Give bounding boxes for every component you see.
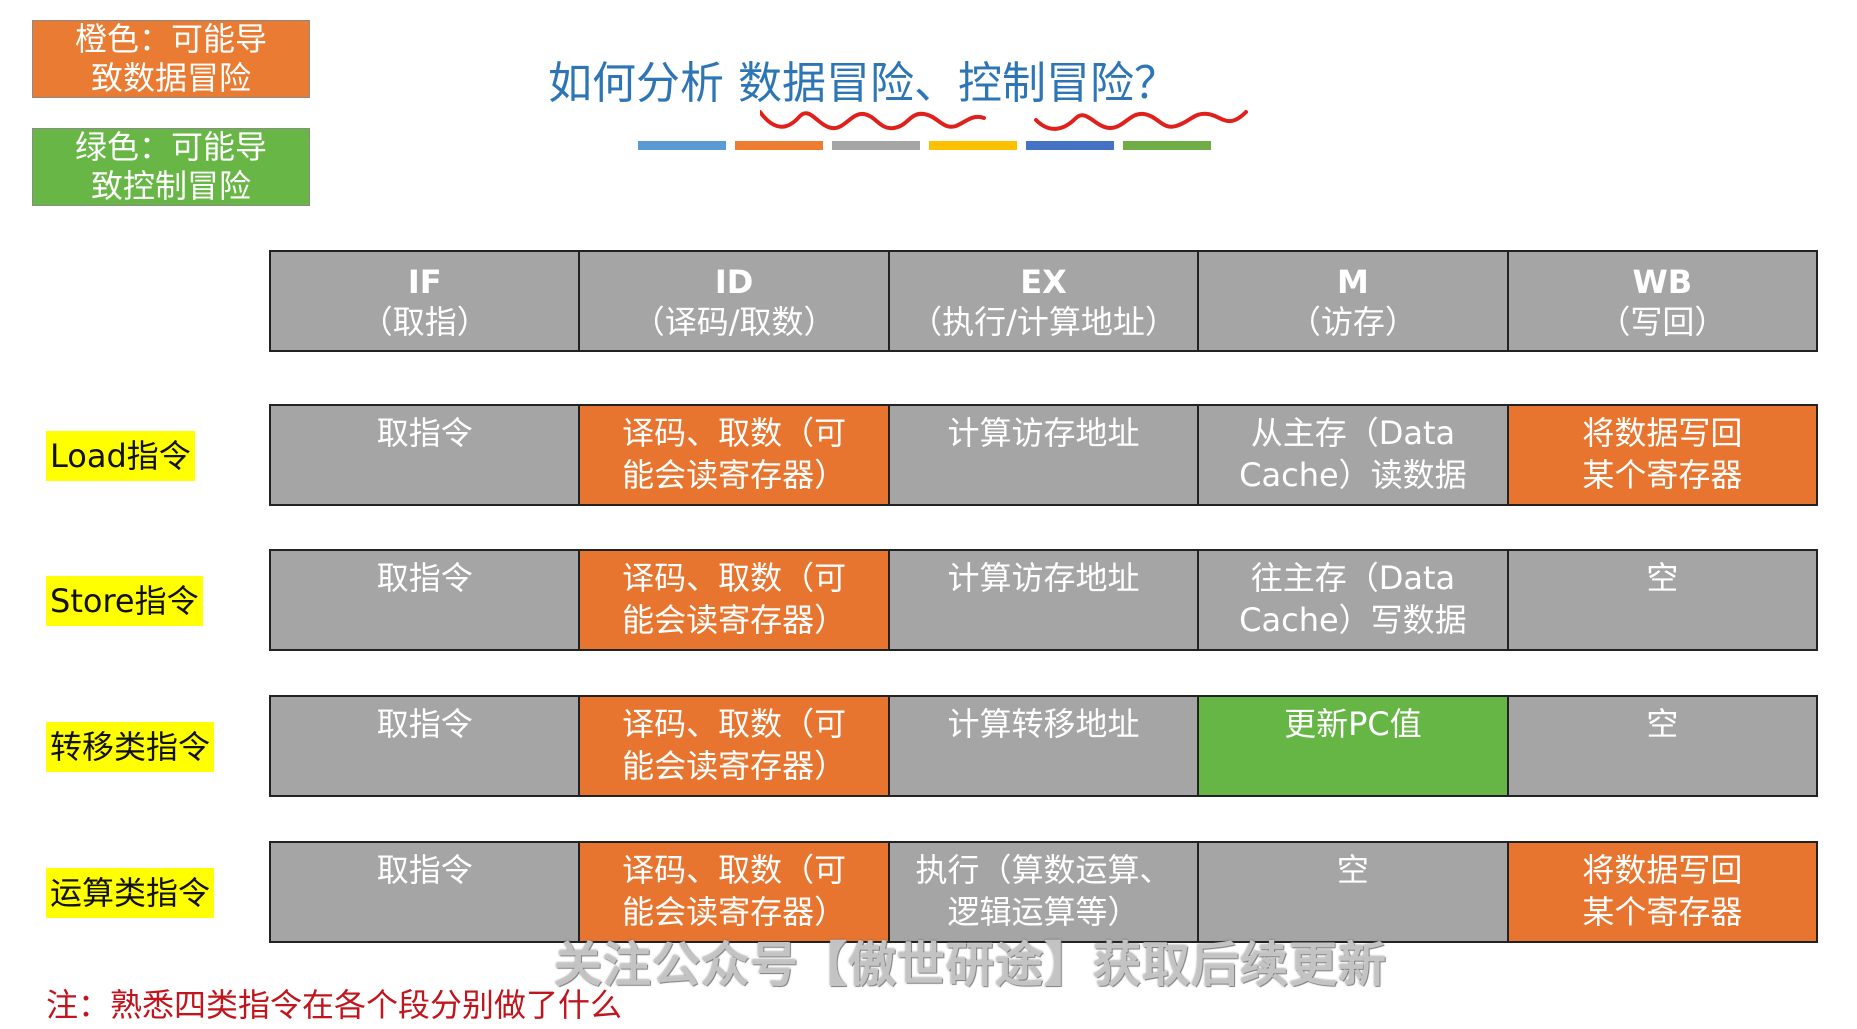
legend-data-hazard-line1: 橙色：可能导 [74, 20, 267, 58]
cell-text-line: 计算转移地址 [947, 705, 1140, 743]
legend-control-hazard-line2: 致控制冒险 [90, 167, 251, 205]
legend-data-hazard: 橙色：可能导 致数据冒险 [32, 20, 310, 98]
row-label-load: Load指令 [46, 431, 195, 481]
red-squiggle-underline [760, 110, 1248, 131]
cell-text-line: 取指令 [376, 705, 473, 743]
pipeline-cell-id: 译码、取数（可 能会读寄存器） [578, 695, 890, 797]
pipeline-cell-m: 空 [1197, 841, 1509, 943]
pipeline-cell-wb: 将数据写回某个寄存器 [1506, 404, 1819, 506]
stage-name: M [1337, 263, 1369, 301]
color-bar-5 [1123, 141, 1211, 150]
watermark-caption: 关注公众号【傲世研途】获取后续更新 [554, 937, 1388, 993]
pipeline-cell-wb: 空 [1506, 549, 1819, 651]
cell-text-line: 能会读寄存器） [622, 747, 847, 785]
pipeline-cell-m: 从主存（Data Cache）读数据 [1197, 404, 1509, 506]
row-label-alu: 运算类指令 [46, 868, 215, 918]
stage-header-wb: WB （写回） [1506, 250, 1819, 352]
cell-text-line: 更新PC值 [1284, 705, 1422, 743]
stage-name: EX [1020, 263, 1067, 301]
cell-text-line: 译码、取数（可 [622, 559, 847, 597]
cell-text-line: 将数据写回 [1582, 414, 1743, 452]
cell-text-line: Cache）写数据 [1239, 601, 1467, 639]
pipeline-cell-ex: 计算访存地址 [887, 404, 1200, 506]
legend-control-hazard-line1: 绿色：可能导 [74, 128, 267, 166]
color-bar-3 [929, 141, 1017, 150]
row-label-store: Store指令 [46, 576, 203, 626]
pipeline-cell-id: 译码、取数（可 能会读寄存器） [578, 404, 890, 506]
cell-text-line: 译码、取数（可 [622, 414, 847, 452]
cell-text-line: 取指令 [376, 414, 473, 452]
row-label-branch: 转移类指令 [46, 722, 215, 772]
stage-header-ex: EX （执行/计算地址） [887, 250, 1200, 352]
pipeline-cell-m: 更新PC值 [1197, 695, 1509, 797]
cell-text-line: 取指令 [376, 851, 473, 889]
stage-description: （访存） [1288, 303, 1417, 341]
pipeline-cell-wb: 将数据写回某个寄存器 [1506, 841, 1819, 943]
cell-text-line: 能会读寄存器） [622, 456, 847, 494]
pipeline-cell-ex: 执行（算数运算、 逻辑运算等） [887, 841, 1200, 943]
squiggle-under-control-hazard [1034, 110, 1248, 131]
stage-header-m: M （访存） [1197, 250, 1509, 352]
cell-text-line: 逻辑运算等） [947, 893, 1140, 931]
stage-header-id: ID （译码/取数） [578, 250, 890, 352]
stage-description: （译码/取数） [632, 303, 836, 341]
title-control-hazard: 控制冒险 [958, 58, 1134, 109]
pipeline-cell-m: 往主存（Data Cache）写数据 [1197, 549, 1509, 651]
title-data-hazard: 数据冒险 [738, 58, 914, 109]
pipeline-cell-if: 取指令 [269, 841, 581, 943]
squiggle-under-data-hazard [760, 110, 986, 131]
cell-text-line: 计算访存地址 [947, 559, 1140, 597]
color-bar-2 [832, 141, 920, 150]
color-bar-1 [735, 141, 823, 150]
cell-text-line: 某个寄存器 [1582, 456, 1743, 494]
pipeline-row-load: 取指令 译码、取数（可 能会读寄存器） 计算访存地址 从主存（Data Cache）读数据… [269, 404, 1819, 506]
cell-text-line: 从主存（Data [1250, 414, 1456, 452]
pipeline-cell-ex: 计算转移地址 [887, 695, 1200, 797]
decorative-color-bars [638, 141, 1211, 150]
pipeline-cell-id: 译码、取数（可 能会读寄存器） [578, 549, 890, 651]
color-bar-0 [638, 141, 726, 150]
pipeline-cell-wb: 空 [1506, 695, 1819, 797]
cell-text-line: 取指令 [376, 559, 473, 597]
cell-text-line: 能会读寄存器） [622, 601, 847, 639]
pipeline-cell-if: 取指令 [269, 695, 581, 797]
pipeline-row-alu: 取指令 译码、取数（可 能会读寄存器） 执行（算数运算、 逻辑运算等）空将数据写回 某个寄… [269, 841, 1819, 943]
cell-text-line: 往主存（Data [1250, 559, 1456, 597]
stage-description: （写回） [1598, 303, 1727, 341]
stage-name: IF [407, 263, 442, 301]
title-separator: 、 [914, 58, 958, 109]
pipeline-cell-if: 取指令 [269, 549, 581, 651]
cell-text-line: 能会读寄存器） [622, 893, 847, 931]
title-suffix: ？ [1134, 58, 1178, 109]
cell-text-line: 将数据写回 [1582, 851, 1743, 889]
cell-text-line: Cache）读数据 [1239, 456, 1467, 494]
pipeline-row-branch: 取指令 译码、取数（可 能会读寄存器） 计算转移地址 更新PC值 空 [269, 695, 1819, 797]
pipeline-cell-ex: 计算访存地址 [887, 549, 1200, 651]
cell-text-line: 执行（算数运算、 [915, 851, 1172, 889]
pipeline-cell-id: 译码、取数（可 能会读寄存器） [578, 841, 890, 943]
cell-text-line: 空 [1646, 705, 1679, 743]
cell-text-line: 译码、取数（可 [622, 851, 847, 889]
stage-header-if: IF （取指） [269, 250, 581, 352]
legend-data-hazard-line2: 致数据冒险 [90, 59, 251, 97]
cell-text-line: 计算访存地址 [947, 414, 1140, 452]
pipeline-row-store: 取指令 译码、取数（可 能会读寄存器） 计算访存地址 往主存（Data Cache）写数据… [269, 549, 1819, 651]
cell-text-line: 空 [1336, 851, 1369, 889]
title-prefix: 如何分析 [548, 58, 738, 109]
legend-control-hazard: 绿色：可能导 致控制冒险 [32, 128, 310, 206]
stage-description: （执行/计算地址） [910, 303, 1177, 341]
stage-name: ID [714, 263, 754, 301]
pipeline-cell-if: 取指令 [269, 404, 581, 506]
pipeline-stage-header: IF （取指） ID （译码/取数） EX （执行/计算地址） M （访存） WB （写回） [269, 250, 1819, 352]
cell-text-line: 译码、取数（可 [622, 705, 847, 743]
color-bar-4 [1026, 141, 1114, 150]
cell-text-line: 某个寄存器 [1582, 893, 1743, 931]
footer-note: 注：熟悉四类指令在各个段分别做了什么 [46, 986, 623, 1024]
stage-description: （取指） [360, 303, 489, 341]
stage-name: WB [1632, 263, 1693, 301]
cell-text-line: 空 [1646, 559, 1679, 597]
